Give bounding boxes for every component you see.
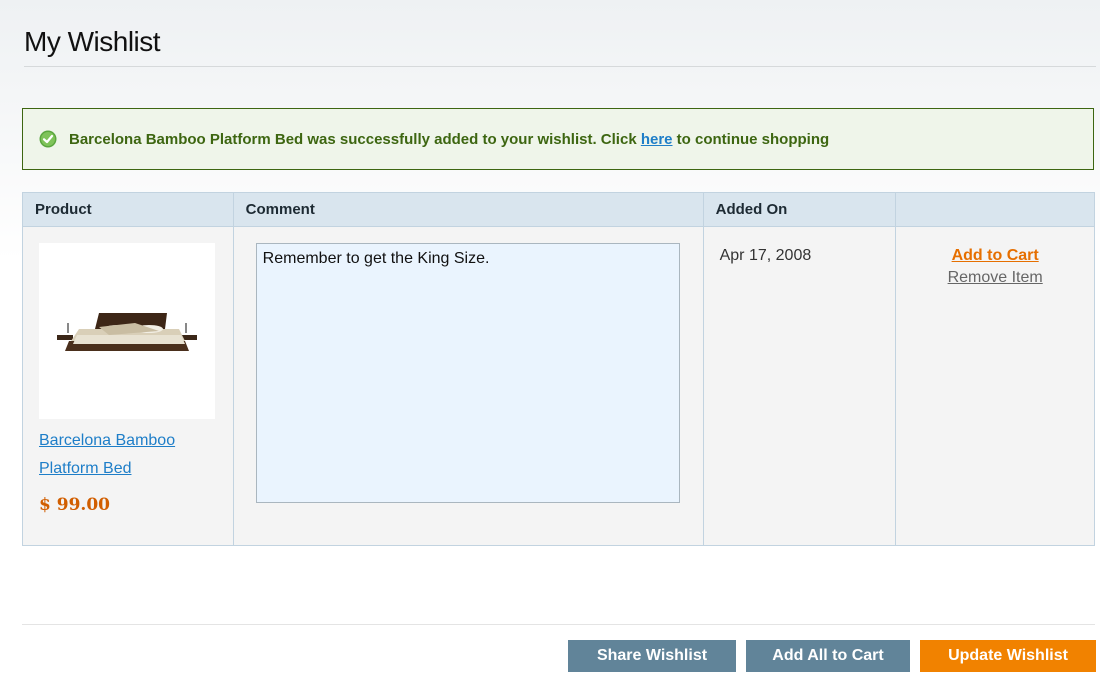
success-message: Barcelona Bamboo Platform Bed was succes…: [22, 108, 1094, 170]
product-image[interactable]: [39, 243, 215, 419]
product-name-line1: Barcelona Bamboo: [39, 432, 176, 449]
header-actions: [895, 192, 1095, 227]
table-header-row: Product Comment Added On: [22, 192, 1095, 227]
product-name-line2: Platform Bed: [39, 460, 132, 477]
comment-textarea[interactable]: Remember to get the King Size.: [255, 243, 680, 503]
header-added-on: Added On: [702, 192, 897, 227]
table-row: Barcelona Bamboo Platform Bed $ 99.00 Re…: [22, 226, 1095, 546]
share-wishlist-button[interactable]: Share Wishlist: [568, 640, 736, 672]
bed-image-icon: [57, 313, 197, 351]
success-message-text: Barcelona Bamboo Platform Bed was succes…: [69, 131, 829, 148]
product-name-link[interactable]: Barcelona Bamboo Platform Bed: [39, 427, 219, 483]
success-message-prefix: Barcelona Bamboo Platform Bed was succes…: [69, 130, 641, 148]
wishlist-table: Product Comment Added On Barcelona Bambo…: [22, 192, 1095, 546]
buttons-divider: [22, 624, 1095, 625]
product-cell: Barcelona Bamboo Platform Bed $ 99.00: [22, 226, 234, 546]
success-message-suffix: to continue shopping: [672, 130, 830, 148]
add-to-cart-link[interactable]: Add to Cart: [896, 247, 1094, 265]
actions-cell: Add to Cart Remove Item: [895, 226, 1095, 546]
check-circle-icon: [39, 130, 57, 148]
remove-item-link[interactable]: Remove Item: [896, 269, 1094, 287]
continue-shopping-link[interactable]: here: [641, 131, 673, 148]
added-on-date: Apr 17, 2008: [719, 247, 812, 264]
product-price: $ 99.00: [39, 495, 110, 515]
page-title: My Wishlist: [24, 26, 161, 57]
header-product: Product: [22, 192, 234, 227]
header-comment: Comment: [232, 192, 704, 227]
added-on-cell: Apr 17, 2008: [702, 226, 897, 546]
update-wishlist-button[interactable]: Update Wishlist: [920, 640, 1096, 672]
comment-cell: Remember to get the King Size.: [232, 226, 704, 546]
title-divider: [24, 66, 1096, 67]
add-all-to-cart-button[interactable]: Add All to Cart: [746, 640, 910, 672]
row-actions: Add to Cart Remove Item: [896, 227, 1094, 287]
